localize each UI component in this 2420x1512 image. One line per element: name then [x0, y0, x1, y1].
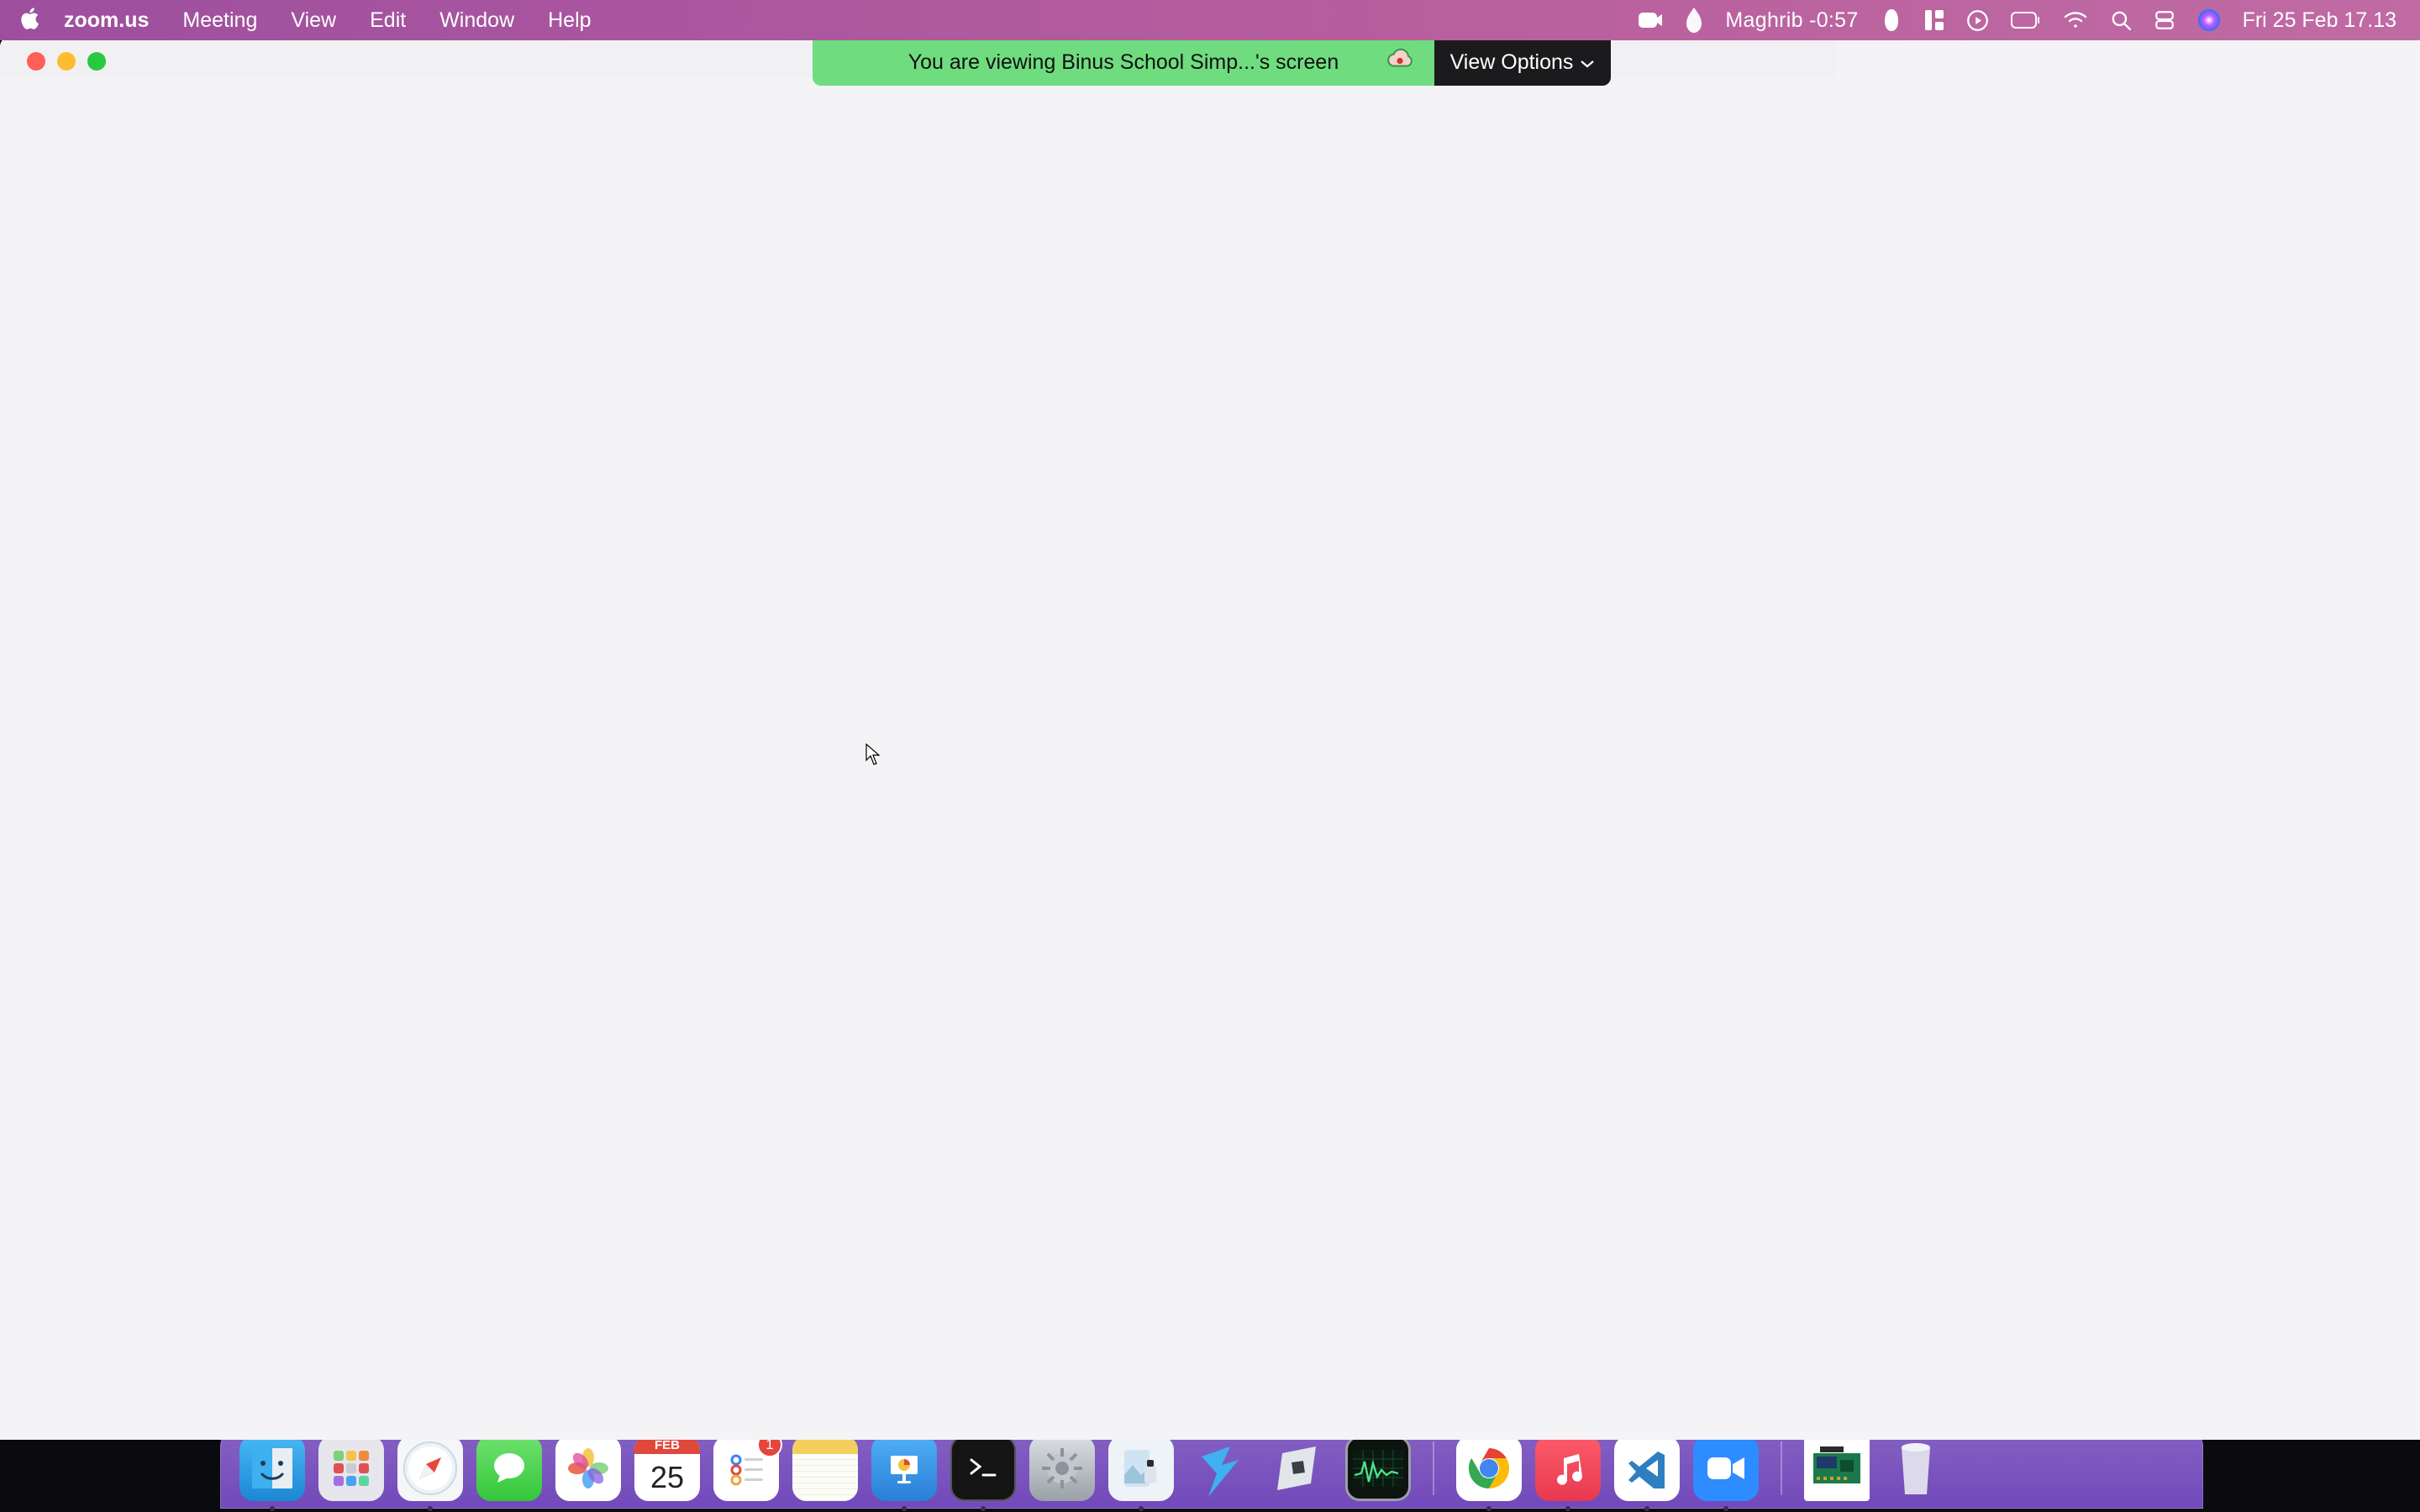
macos-dock: FEB 25 1 [220, 1428, 2203, 1511]
viewing-screen-label: You are viewing Binus School Simp...'s s… [813, 39, 1434, 86]
dock-item-launchpad[interactable] [318, 1436, 384, 1501]
dock-item-music[interactable] [1535, 1436, 1601, 1511]
dock-item-photos[interactable] [555, 1436, 621, 1501]
view-options-label: View Options [1449, 50, 1574, 74]
dock-item-safari[interactable] [397, 1436, 463, 1511]
battery-icon[interactable] [2010, 11, 2041, 29]
macos-menubar: zoom.us Meeting View Edit Window Help Ma… [0, 0, 2420, 40]
dock-item-system-preferences[interactable] [1029, 1436, 1095, 1501]
dock-item-reminders[interactable]: 1 [713, 1432, 782, 1501]
control-center-icon[interactable] [2154, 9, 2175, 31]
dock-item-visual-studio-code[interactable] [1614, 1436, 1680, 1511]
dock-separator [1781, 1441, 1782, 1495]
dock-item-google-chrome[interactable] [1456, 1436, 1522, 1511]
mouse-cursor [865, 743, 881, 767]
dock-item-notes[interactable] [792, 1436, 858, 1501]
dock-item-activity-monitor[interactable] [1345, 1436, 1411, 1501]
calendar-day: 25 [650, 1460, 685, 1494]
screen-share-banner: You are viewing Binus School Simp...'s s… [813, 39, 1611, 86]
view-options-button[interactable]: View Options [1434, 39, 1611, 86]
display-arrangement-icon[interactable] [1924, 8, 1944, 32]
menu-edit[interactable]: Edit [353, 8, 423, 33]
dock-item-roblox-studio[interactable] [1266, 1436, 1332, 1501]
chevron-down-icon [1580, 50, 1595, 75]
viewing-screen-text: You are viewing Binus School Simp...'s s… [908, 50, 1339, 74]
menubar-clock[interactable]: Fri 25 Feb 17.13 [2243, 8, 2396, 33]
maximize-window-button[interactable] [87, 52, 106, 71]
play-circle-icon[interactable] [1966, 9, 1989, 32]
menu-help[interactable]: Help [531, 8, 608, 33]
minimize-window-button[interactable] [57, 52, 76, 71]
menu-zoom-us[interactable]: zoom.us [47, 8, 166, 33]
screen-recording-icon[interactable] [1638, 9, 1663, 31]
apple-logo-icon[interactable] [20, 6, 47, 35]
dock-item-finder[interactable] [239, 1436, 305, 1511]
dock-item-messages[interactable] [476, 1436, 542, 1501]
menu-meeting[interactable]: Meeting [166, 8, 274, 33]
dock-item-preview[interactable] [1108, 1436, 1174, 1511]
recording-cloud-icon [1386, 48, 1414, 77]
zoom-window [0, 35, 2420, 1440]
prayer-time-label[interactable]: Maghrib -0:57 [1725, 8, 1858, 33]
siri-icon[interactable] [2197, 8, 2221, 32]
dock-item-trash[interactable] [1883, 1436, 1949, 1501]
menu-view[interactable]: View [274, 8, 353, 33]
dock-item-arduino-board[interactable] [1804, 1436, 1870, 1501]
dock-item-terminal[interactable] [950, 1436, 1016, 1511]
dock-item-zoom[interactable] [1693, 1436, 1759, 1511]
dropbox-icon[interactable] [1881, 8, 1902, 33]
close-window-button[interactable] [27, 52, 45, 71]
menu-window[interactable]: Window [423, 8, 531, 33]
dock-item-keynote[interactable] [871, 1436, 937, 1511]
wifi-icon[interactable] [2063, 10, 2088, 30]
dock-item-calendar[interactable]: FEB 25 [634, 1436, 700, 1501]
search-icon[interactable] [2110, 9, 2132, 31]
window-traffic-lights[interactable] [27, 52, 106, 71]
dock-item-unknown-blue[interactable] [1187, 1436, 1253, 1501]
prayer-time-icon[interactable] [1685, 8, 1703, 33]
dock-separator [1433, 1441, 1434, 1495]
